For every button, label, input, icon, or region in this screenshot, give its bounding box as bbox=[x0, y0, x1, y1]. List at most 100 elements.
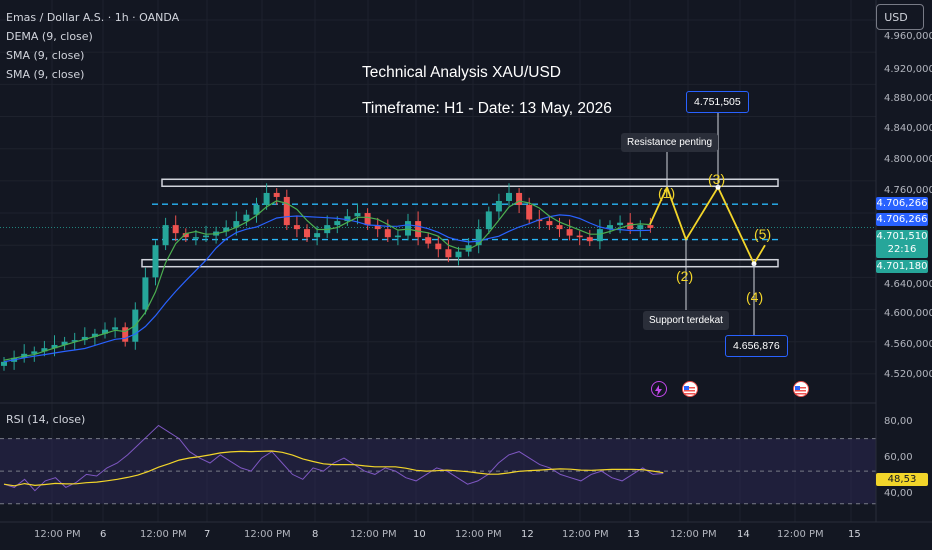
candle-body bbox=[445, 249, 452, 258]
time-axis-label: 6 bbox=[100, 529, 107, 540]
time-axis-label: 12 bbox=[521, 529, 534, 540]
support-zone bbox=[141, 258, 779, 268]
wave-2-label: (2) bbox=[676, 268, 694, 284]
symbol-label[interactable]: Emas / Dollar A.S. · 1h · OANDA bbox=[6, 8, 179, 27]
candle-body bbox=[263, 192, 270, 205]
lightning-event-icon[interactable] bbox=[651, 381, 667, 397]
candle-body bbox=[1, 361, 7, 366]
wave-5-label: (5) bbox=[754, 226, 772, 242]
time-axis-label: 12:00 PM bbox=[244, 529, 291, 540]
candle-body bbox=[546, 221, 553, 226]
candle-body bbox=[576, 235, 583, 238]
time-axis-label: 12:00 PM bbox=[670, 529, 717, 540]
rsi-label[interactable]: RSI (14, close) bbox=[6, 413, 85, 426]
candle-body bbox=[526, 205, 533, 220]
time-axis-label: 12:00 PM bbox=[455, 529, 502, 540]
candle-body bbox=[425, 237, 432, 244]
rsi-axis-80: 80,00 bbox=[884, 416, 913, 427]
price-label: 4.640,000 bbox=[884, 279, 932, 290]
price-label: 4.920,000 bbox=[884, 64, 932, 75]
wave-4-label: (4) bbox=[746, 289, 764, 305]
time-axis-label: 13 bbox=[627, 529, 640, 540]
candle-body bbox=[415, 221, 422, 238]
support-note[interactable]: Support terdekat bbox=[643, 311, 729, 330]
candle-body bbox=[152, 245, 159, 278]
candle-body bbox=[647, 225, 654, 228]
resistance-zone bbox=[161, 178, 779, 188]
price-label: 4.800,000 bbox=[884, 154, 932, 165]
candle-body bbox=[354, 213, 361, 217]
candle-body bbox=[172, 225, 179, 234]
price-label: 4.600,000 bbox=[884, 308, 932, 319]
candle-body bbox=[334, 221, 341, 226]
candle-body bbox=[495, 200, 502, 212]
candle-body bbox=[506, 192, 512, 201]
time-axis-label: 8 bbox=[312, 529, 319, 540]
candle-body bbox=[384, 229, 391, 238]
resistance-note[interactable]: Resistance penting bbox=[621, 133, 719, 152]
candle-body bbox=[637, 225, 644, 230]
us-flag-event-icon[interactable] bbox=[682, 381, 698, 397]
rsi-panel bbox=[0, 424, 876, 505]
candle-body bbox=[586, 237, 593, 242]
analysis-subtitle: Timeframe: H1 - Date: 13 May, 2026 bbox=[362, 100, 612, 117]
last-price-value: 4.701,510 bbox=[876, 231, 928, 242]
candle-body bbox=[405, 221, 411, 236]
target-low-label[interactable]: 4.656,876 bbox=[725, 335, 788, 357]
target-high-label[interactable]: 4.751,505 bbox=[686, 91, 749, 113]
candle-body bbox=[293, 225, 300, 230]
analysis-title: Technical Analysis XAU/USD bbox=[362, 64, 561, 81]
candle-body bbox=[394, 235, 401, 238]
wave-1-label: (1) bbox=[658, 185, 676, 201]
sma-price-tag: 4.706,266 bbox=[876, 213, 928, 226]
candle-body bbox=[273, 192, 280, 197]
candle-body bbox=[617, 222, 624, 226]
price-label: 4.960,000 bbox=[884, 31, 932, 42]
price-label: 4.560,000 bbox=[884, 339, 932, 350]
price-label: 4.760,000 bbox=[884, 185, 932, 196]
candle-body bbox=[364, 213, 371, 226]
indicator-sma-2[interactable]: SMA (9, close) bbox=[6, 65, 179, 84]
us-flag-event-icon[interactable] bbox=[793, 381, 809, 397]
candle-body bbox=[304, 229, 310, 238]
candle-body bbox=[435, 243, 442, 250]
time-axis-label: 12:00 PM bbox=[34, 529, 81, 540]
candle-body bbox=[142, 277, 149, 310]
candle-body bbox=[314, 233, 321, 238]
time-axis-label: 12:00 PM bbox=[350, 529, 397, 540]
indicator-dema[interactable]: DEMA (9, close) bbox=[6, 27, 179, 46]
candle-body bbox=[485, 211, 492, 230]
time-axis-label: 10 bbox=[413, 529, 426, 540]
last-price-tag: 4.701,510 22:16 bbox=[876, 230, 928, 258]
candle-body bbox=[566, 229, 573, 236]
candle-body bbox=[112, 327, 119, 330]
time-axis-label: 12:00 PM bbox=[140, 529, 187, 540]
sma2-price-tag: 4.701,180 bbox=[876, 260, 928, 273]
price-label: 4.840,000 bbox=[884, 123, 932, 134]
bar-countdown: 22:16 bbox=[887, 244, 917, 255]
candle-body bbox=[475, 229, 482, 246]
time-axis-label: 14 bbox=[737, 529, 750, 540]
wave-3-label: (3) bbox=[708, 171, 726, 187]
rsi-axis-40: 40,00 bbox=[884, 488, 913, 499]
price-label: 4.880,000 bbox=[884, 93, 932, 104]
time-axis-label: 7 bbox=[204, 529, 211, 540]
indicator-sma-1[interactable]: SMA (9, close) bbox=[6, 46, 179, 65]
candle-body bbox=[203, 235, 209, 238]
candle-body bbox=[596, 229, 603, 242]
rsi-value-tag: 48,53 bbox=[876, 473, 928, 486]
candle-body bbox=[122, 327, 129, 342]
candle-body bbox=[556, 225, 563, 230]
candle-body bbox=[455, 251, 462, 258]
time-axis-label: 12:00 PM bbox=[562, 529, 609, 540]
time-axis-label: 12:00 PM bbox=[777, 529, 824, 540]
dema-price-tag: 4.706,266 bbox=[876, 197, 928, 210]
time-axis-label: 15 bbox=[848, 529, 861, 540]
currency-button[interactable]: USD bbox=[876, 4, 924, 30]
price-label: 4.520,000 bbox=[884, 369, 932, 380]
candle-body bbox=[283, 196, 290, 226]
candle-body bbox=[162, 225, 169, 246]
candle-body bbox=[516, 192, 523, 205]
chart-legend: Emas / Dollar A.S. · 1h · OANDA DEMA (9,… bbox=[6, 8, 179, 84]
rsi-axis-60: 60,00 bbox=[884, 452, 913, 463]
